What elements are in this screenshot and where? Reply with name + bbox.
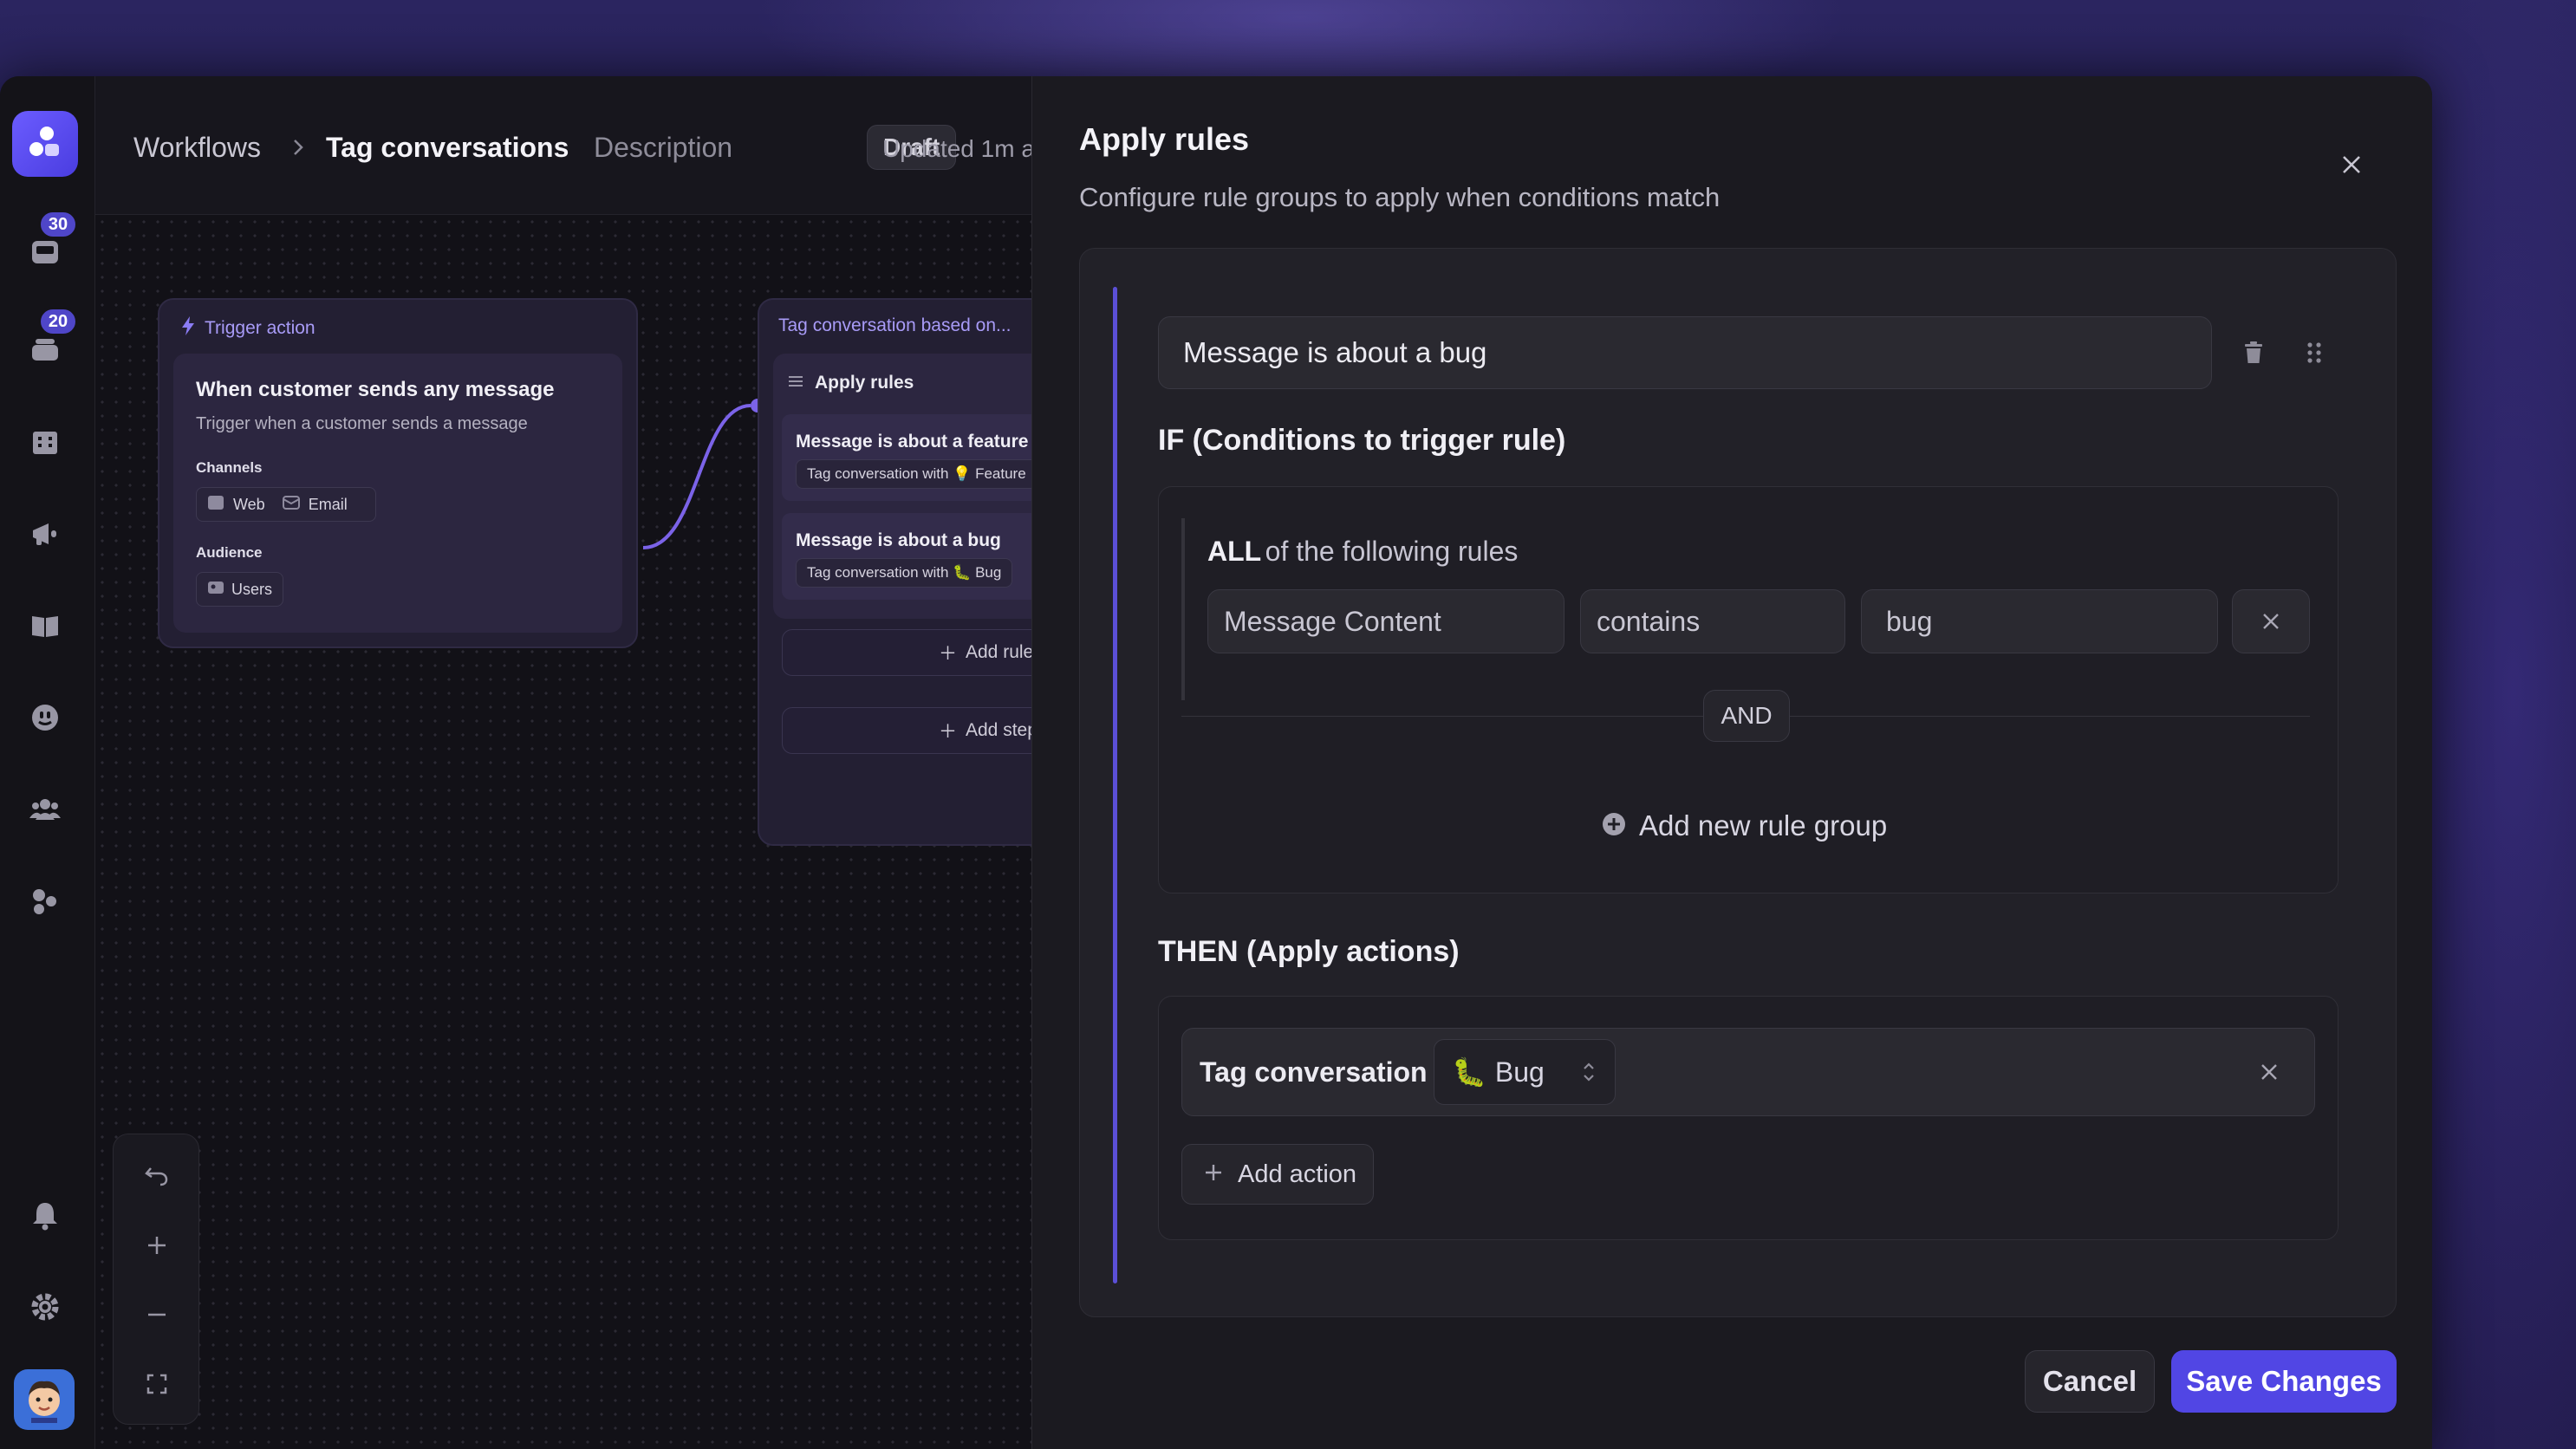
rule-item[interactable]: Message is about a feature Tag conversat…	[782, 414, 1068, 501]
rule-tag-chip: Tag conversation with 🐛 Bug	[796, 558, 1013, 588]
tray-count-badge: 20	[38, 307, 78, 336]
modal-title: Apply rules	[1079, 121, 1250, 157]
rule-accent-bar	[1113, 287, 1117, 1283]
trigger-title: When customer sends any message	[196, 378, 555, 401]
conditions-card: ALL of the following rules Message Conte…	[1158, 486, 2339, 893]
add-rule-button[interactable]: ＋ Add rule	[782, 629, 1068, 676]
rules-node[interactable]: Tag conversation based on... Apply rules…	[758, 298, 1070, 846]
rule-title: Message is about a feature	[796, 432, 1029, 452]
tag-value: Bug	[1494, 1056, 1545, 1088]
action-row: Tag conversation 🐛 Bug	[1181, 1028, 2315, 1116]
bug-icon: 🐛	[1452, 1056, 1486, 1088]
chevron-right-icon	[291, 137, 305, 162]
close-icon	[2261, 1064, 2277, 1080]
workflow-header: Workflows Tag conversations Description …	[95, 76, 1031, 215]
description-link[interactable]: Description	[594, 132, 732, 164]
modal-subtitle: Configure rule groups to apply when cond…	[1079, 182, 1721, 212]
bell-icon[interactable]	[26, 1196, 64, 1234]
rule-tag-chip: Tag conversation with 💡 Feature	[796, 459, 1038, 489]
tag-select[interactable]: 🐛 Bug	[1434, 1039, 1616, 1105]
condition-operator-select[interactable]: contains	[1580, 589, 1845, 653]
plus-icon: ＋	[939, 722, 957, 742]
rule-title: Message is about a bug	[796, 530, 1001, 550]
channels-label: Channels	[196, 459, 263, 476]
add-rule-group-button[interactable]: Add new rule group	[1601, 809, 1887, 842]
audience-label: Audience	[196, 544, 263, 561]
all-suffix: of the following rules	[1265, 536, 1519, 567]
breadcrumb-workflows[interactable]: Workflows	[133, 132, 261, 164]
add-action-label: Add action	[1238, 1160, 1357, 1188]
sidebar: 30 20	[0, 76, 95, 1449]
cancel-button[interactable]: Cancel	[2025, 1350, 2155, 1413]
connector-edge	[642, 399, 764, 549]
channels-chip-group: Web Email	[196, 487, 376, 522]
if-heading: IF (Conditions to trigger rule)	[1158, 424, 1566, 457]
condition-value-input[interactable]: bug	[1861, 589, 2218, 653]
trigger-card: When customer sends any message Trigger …	[173, 354, 622, 633]
apps-icon[interactable]	[26, 882, 64, 920]
email-icon	[282, 495, 300, 515]
apply-rules-modal: Apply rules Configure rule groups to app…	[1031, 76, 2432, 1449]
channel-web: Web	[233, 495, 265, 513]
add-step-label: Add step	[966, 720, 1038, 740]
plus-icon	[1203, 1162, 1224, 1187]
building-icon[interactable]	[26, 423, 64, 461]
all-rules-label: ALL of the following rules	[1207, 536, 1518, 568]
condition-field-select[interactable]: Message Content	[1207, 589, 1564, 653]
trigger-subtitle: Trigger when a customer sends a message	[196, 414, 528, 433]
updown-chevron-icon	[1582, 1059, 1596, 1092]
action-label: Tag conversation	[1200, 1056, 1428, 1088]
audience-chip: Users	[196, 572, 284, 607]
channel-email: Email	[308, 495, 348, 513]
trigger-node[interactable]: Trigger action When customer sends any m…	[158, 298, 638, 648]
user-avatar[interactable]	[14, 1369, 75, 1430]
trigger-node-header: Trigger action	[205, 317, 315, 338]
close-icon[interactable]	[2332, 146, 2371, 184]
zoom-controls	[113, 1134, 199, 1425]
page-title: Tag conversations	[326, 132, 569, 163]
remove-condition-button[interactable]	[2232, 589, 2310, 653]
id-card-icon	[207, 580, 224, 600]
fit-view-icon[interactable]	[138, 1365, 176, 1403]
add-step-button[interactable]: ＋ Add step	[782, 707, 1068, 754]
web-icon	[207, 495, 224, 515]
and-badge: AND	[1703, 690, 1790, 742]
rule-group-card: Message is about a bug IF (Conditions to…	[1079, 248, 2397, 1317]
rule-item[interactable]: Message is about a bug Tag conversation …	[782, 513, 1068, 600]
list-icon	[789, 375, 803, 392]
rule-name-input[interactable]: Message is about a bug	[1158, 316, 2212, 389]
plus-circle-icon	[1601, 811, 1627, 841]
actions-card: Tag conversation 🐛 Bug Add action	[1158, 996, 2339, 1240]
gear-icon[interactable]	[26, 1288, 64, 1326]
app-window: 30 20 Workflows Tag conversations Descri…	[0, 76, 2432, 1449]
updated-timestamp: Updated 1m ago	[882, 135, 1031, 162]
inbox-count-badge: 30	[38, 210, 78, 239]
all-keyword: ALL	[1207, 536, 1262, 567]
app-logo[interactable]	[12, 111, 78, 177]
users-icon[interactable]	[26, 790, 64, 828]
drag-handle-icon[interactable]	[2293, 332, 2335, 374]
then-heading: THEN (Apply actions)	[1158, 935, 1460, 968]
close-icon	[2263, 614, 2279, 629]
zoom-in-icon[interactable]	[138, 1226, 176, 1264]
audience-value: Users	[231, 580, 273, 598]
add-rule-group-label: Add new rule group	[1639, 809, 1888, 841]
undo-icon[interactable]	[138, 1157, 176, 1195]
bot-icon[interactable]	[26, 699, 64, 737]
save-changes-button[interactable]: Save Changes	[2171, 1350, 2397, 1413]
plus-icon: ＋	[939, 644, 957, 664]
remove-action-button[interactable]	[2248, 1051, 2290, 1093]
rules-node-header: Tag conversation based on...	[778, 315, 1012, 335]
zoom-out-icon[interactable]	[138, 1296, 176, 1334]
apply-rules-label: Apply rules	[815, 373, 914, 393]
group-divider	[1181, 518, 1185, 700]
add-rule-label: Add rule	[966, 642, 1034, 662]
add-action-button[interactable]: Add action	[1181, 1144, 1374, 1205]
megaphone-icon[interactable]	[26, 515, 64, 553]
apply-rules-card: Apply rules Message is about a feature T…	[773, 354, 1068, 619]
trash-icon[interactable]	[2233, 332, 2274, 374]
lightning-icon	[180, 315, 196, 341]
book-icon[interactable]	[26, 607, 64, 645]
